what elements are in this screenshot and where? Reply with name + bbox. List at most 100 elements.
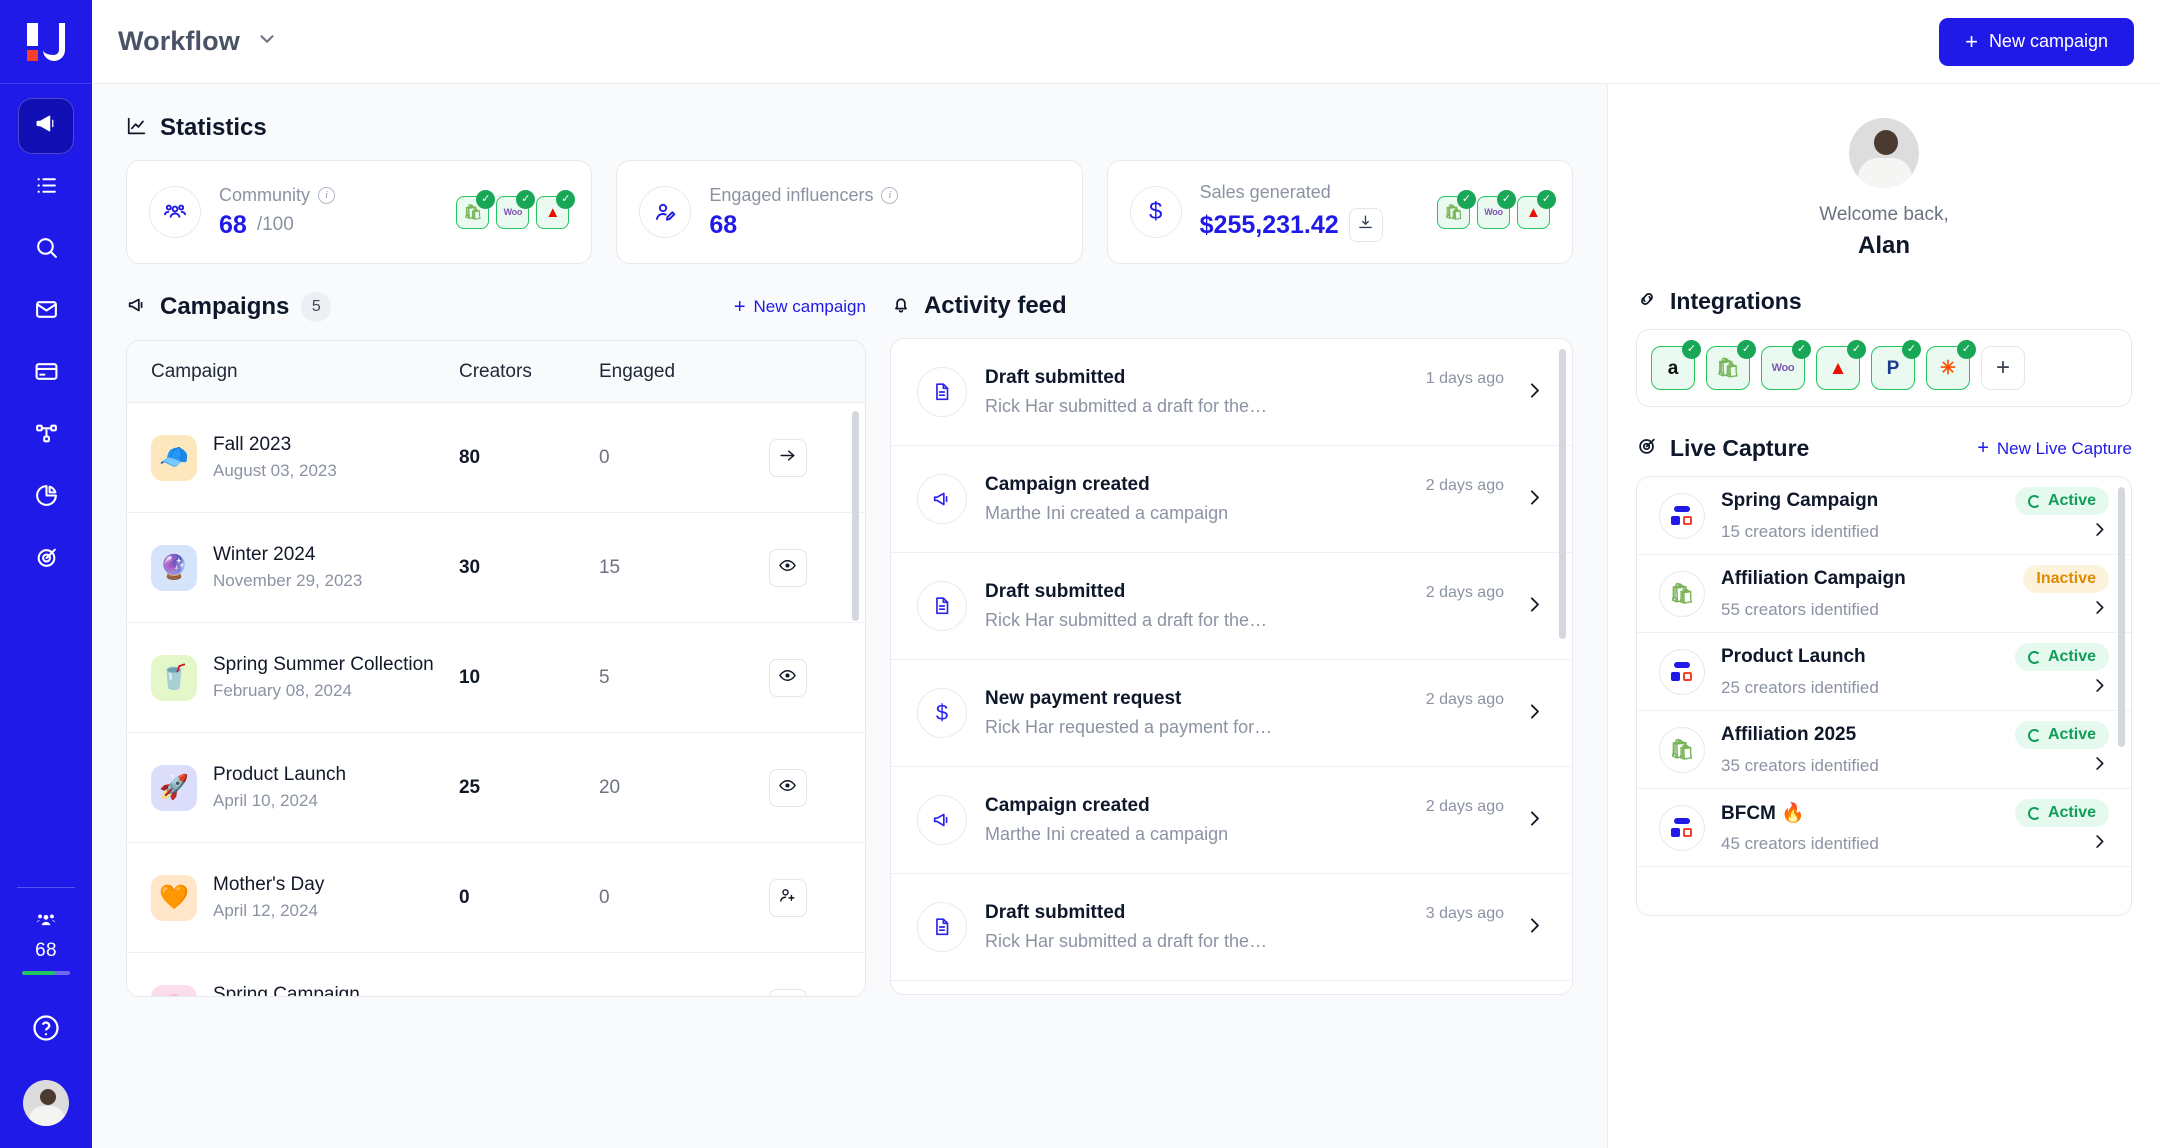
sidebar-item-payments[interactable] (18, 346, 74, 402)
workspace-dropdown-toggle[interactable] (256, 28, 278, 55)
activity-item[interactable]: Campaign created 2 days ago Marthe Ini cre… (890, 446, 1572, 553)
campaign-creators: 25 (458, 776, 481, 798)
new-campaign-link[interactable]: + New campaign (734, 296, 866, 319)
chevron-right-icon[interactable] (1522, 380, 1546, 405)
amazon-icon[interactable]: a ✓ (1651, 340, 1701, 390)
sidebar-item-search[interactable] (18, 222, 74, 278)
adobe-icon[interactable]: ▲ ✓ (1816, 340, 1866, 390)
feed-scrollbar[interactable] (1559, 349, 1566, 639)
activity-item[interactable]: Draft submitted 2 days ago Rick Har submit… (890, 553, 1572, 660)
chevron-right-icon[interactable] (2090, 754, 2109, 778)
shopify-icon: 🛍 (1659, 570, 1705, 617)
campaign-date: February 08, 2024 (213, 681, 352, 700)
integrations-title: Integrations (1670, 288, 1802, 314)
campaign-date: November 29, 2023 (213, 571, 363, 590)
stat-label-community: Community (219, 184, 311, 205)
check-icon: ✓ (1792, 340, 1811, 359)
chevron-right-icon[interactable] (1522, 808, 1546, 833)
avatar[interactable] (1849, 118, 1919, 188)
app-root: 68 Workflow + New campaign Statistics Co… (0, 0, 2160, 1148)
shopify-icon[interactable]: 🛍 ✓ (1706, 340, 1756, 390)
adobe-icon[interactable]: ▲ ✓ (1516, 189, 1556, 229)
chevron-right-icon[interactable] (2090, 676, 2109, 700)
status-label: Active (2047, 648, 2096, 665)
table-row[interactable]: 🚀 Product Launch April 10, 2024 25 20 (127, 733, 865, 843)
activity-item[interactable]: $ New payment request 2 days ago Rick Har r… (890, 660, 1572, 767)
sidebar-item-lists[interactable] (18, 160, 74, 216)
campaigns-header: Campaigns 5 + New campaign (126, 292, 866, 322)
activity-item[interactable]: Draft submitted 1 days ago Rick Har submit… (890, 339, 1572, 446)
app-logo[interactable] (0, 0, 92, 84)
chevron-right-icon[interactable] (2090, 832, 2109, 856)
sidebar-item-messages[interactable] (18, 284, 74, 340)
sidebar-item-analytics[interactable] (18, 470, 74, 526)
table-row[interactable]: 🔮 Winter 2024 November 29, 2023 30 15 (127, 513, 865, 623)
shopify-icon[interactable]: 🛍 ✓ (456, 189, 496, 229)
info-icon[interactable]: i (881, 186, 899, 204)
activity-time: 2 days ago (1425, 477, 1504, 494)
sidebar-item-network[interactable] (18, 408, 74, 464)
megaphone-icon (916, 795, 967, 845)
chevron-right-icon[interactable] (1522, 594, 1546, 619)
table-scrollbar[interactable] (851, 411, 859, 621)
dollar-icon: $ (916, 688, 967, 738)
sidebar-item-campaigns[interactable] (18, 98, 74, 154)
avatar[interactable] (23, 1080, 69, 1126)
live-capture-name: Product Launch (1721, 646, 1866, 667)
chevron-right-icon[interactable] (1522, 915, 1546, 940)
table-row[interactable]: 🧢 Fall 2023 August 03, 2023 80 0 (127, 403, 865, 513)
adobe-icon[interactable]: ▲ ✓ (536, 189, 576, 229)
campaign-avatar-icon: 🥤 (151, 654, 197, 701)
table-row[interactable]: 🥤 Spring Summer Collection February 08, 20… (127, 623, 865, 733)
live-capture-scrollbar[interactable] (2118, 487, 2125, 747)
zapier-icon[interactable]: ✳ ✓ (1926, 340, 1976, 390)
chevron-right-icon[interactable] (1522, 701, 1546, 726)
campaign-view-button[interactable] (768, 548, 807, 587)
check-icon: ✓ (476, 189, 496, 209)
search-icon (34, 235, 59, 265)
status-label: Active (2047, 492, 2096, 509)
activity-description: Marthe Ini created a campaign (984, 503, 1229, 523)
campaign-view-button[interactable] (768, 658, 807, 697)
help-button[interactable] (31, 1013, 61, 1048)
download-button[interactable] (1348, 208, 1383, 242)
check-icon: ✓ (1536, 189, 1556, 209)
campaign-open-button[interactable] (768, 438, 807, 477)
status-label: Active (2047, 726, 2096, 743)
woocommerce-icon[interactable]: Woo ✓ (1761, 340, 1811, 390)
shopify-icon[interactable]: 🛍 ✓ (1436, 189, 1476, 229)
sidebar-item-live-capture[interactable] (18, 532, 74, 588)
stat-card-engaged-influencers: Engaged influencers i 68 (616, 160, 1083, 264)
activity-item[interactable]: Campaign created 2 days ago Marthe Ini cre… (890, 767, 1572, 874)
chevron-right-icon[interactable] (2090, 598, 2109, 622)
campaign-invite-button[interactable] (768, 878, 807, 917)
paypal-icon[interactable]: P ✓ (1871, 340, 1921, 390)
activity-item[interactable]: $New payment request4 days agoRick Har r… (891, 981, 1572, 994)
live-capture-item[interactable]: 🛍 Affiliation Campaign Inactive 55 creators… (1637, 555, 2131, 633)
live-capture-item[interactable]: BFCM 🔥 Active 45 creators identified (1637, 789, 2131, 867)
blocks-icon (1659, 648, 1705, 695)
new-campaign-button[interactable]: + New campaign (1939, 17, 2134, 66)
add-integration-button[interactable]: + (1981, 346, 2025, 390)
chevron-right-icon[interactable] (1522, 487, 1546, 512)
new-live-capture-button[interactable]: + New Live Capture (1977, 437, 2132, 460)
table-row[interactable]: 🌸Spring CampaignMarch 14, 2024350 (127, 953, 865, 996)
live-capture-name: BFCM 🔥 (1721, 803, 1805, 824)
woocommerce-icon[interactable]: Woo ✓ (1476, 189, 1516, 229)
campaign-engaged: 5 (598, 666, 610, 688)
activity-item[interactable]: Draft submitted 3 days ago Rick Har submit… (890, 874, 1572, 981)
campaign-open-button[interactable] (768, 988, 807, 996)
content-area: Statistics Community i 68 /100 🛍 ✓ Woo ✓… (92, 84, 2160, 1148)
status-badge: Active (2014, 487, 2109, 515)
live-capture-item[interactable]: Product Launch Active 25 creators identifi… (1637, 633, 2131, 711)
sidebar-footer: 68 (0, 887, 92, 1148)
campaign-name: Product Launch (213, 764, 347, 785)
table-row[interactable]: 🧡 Mother's Day April 12, 2024 0 0 (127, 843, 865, 953)
chevron-right-icon[interactable] (2090, 520, 2109, 544)
info-icon[interactable]: i (318, 186, 336, 204)
woocommerce-icon[interactable]: Woo ✓ (496, 189, 536, 229)
campaign-view-button[interactable] (768, 768, 807, 807)
live-capture-item[interactable]: Spring Campaign Active 15 creators identif… (1637, 477, 2131, 555)
document-icon (916, 902, 967, 952)
live-capture-item[interactable]: 🛍 Affiliation 2025 Active 35 creators ident… (1637, 711, 2131, 789)
